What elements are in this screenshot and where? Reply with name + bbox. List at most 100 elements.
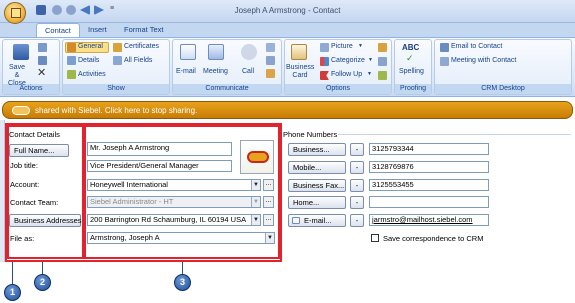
follow-up-button[interactable]: Follow Up <box>331 71 362 78</box>
activities-button[interactable]: Activities <box>78 71 106 78</box>
delete-icon[interactable]: ✕ <box>37 66 46 79</box>
group-communicate-label: Communicate <box>173 84 281 94</box>
web-page-icon[interactable] <box>266 56 275 65</box>
business-fax-button[interactable]: Business Fax... <box>288 179 346 192</box>
mobile-phone-field[interactable]: 3128769876 <box>369 161 489 173</box>
spelling-button[interactable]: Spelling <box>399 68 424 76</box>
certificates-button[interactable]: Certificates <box>124 43 159 50</box>
business-fax-menu-button[interactable]: - <box>350 179 364 192</box>
business-address-value: 200 Barrington Rd Schaumburg, IL 60194 U… <box>90 215 247 224</box>
spelling-check-icon: ✓ <box>406 53 414 63</box>
account-value: Honeywell International <box>90 180 168 189</box>
callout-3-leader <box>182 262 183 274</box>
email-button[interactable]: E-mail <box>176 68 196 76</box>
meeting-with-contact-icon <box>440 57 449 66</box>
activities-icon <box>67 70 76 79</box>
callout-2-leader <box>42 262 43 274</box>
siebel-share-icon <box>12 106 30 115</box>
group-proofing-label: Proofing <box>395 84 431 94</box>
map-icon[interactable] <box>266 69 275 78</box>
full-name-field[interactable]: Mr. Joseph A Armstrong <box>87 142 232 156</box>
options-private-icon[interactable] <box>378 57 387 66</box>
picture-dropdown-icon[interactable]: ▼ <box>358 43 363 49</box>
general-label: General <box>78 43 103 50</box>
certificates-icon <box>113 43 122 52</box>
follow-up-dropdown-icon[interactable]: ▼ <box>367 71 372 77</box>
call-button[interactable]: Call <box>242 68 254 76</box>
file-as-value: Armstrong, Joseph A <box>90 233 160 242</box>
email-to-contact-button[interactable]: Email to Contact <box>451 43 502 50</box>
mobile-phone-menu-button[interactable]: - <box>350 161 364 174</box>
business-card-button[interactable]: Business Card <box>286 64 314 80</box>
contact-team-label: Contact Team: <box>10 198 59 207</box>
save-correspondence-label: Save correspondence to CRM <box>383 234 484 243</box>
business-address-lookup-button[interactable]: ... <box>263 214 274 226</box>
spelling-icon: ABC <box>402 43 420 52</box>
all-fields-button[interactable]: All Fields <box>124 57 152 64</box>
email-address-field[interactable]: jarmstro@mailhost.siebel.com <box>369 214 489 226</box>
options-lock-icon[interactable] <box>378 43 387 52</box>
email-address-button[interactable]: E-mail... <box>288 214 346 227</box>
mobile-phone-button[interactable]: Mobile... <box>288 161 346 174</box>
save-close-button[interactable]: Save & Close <box>6 64 28 88</box>
contact-team-field: Siebel Administrator - HT ▼ <box>87 196 261 208</box>
communicate-more-icon[interactable] <box>266 43 275 52</box>
categorize-dropdown-icon[interactable]: ▼ <box>368 57 373 63</box>
email-icon <box>180 44 196 60</box>
office-button[interactable] <box>4 2 26 24</box>
new-item-icon[interactable] <box>38 43 47 52</box>
callout-1-leader <box>12 262 13 284</box>
group-options-label: Options <box>285 84 391 94</box>
save-correspondence-checkbox[interactable] <box>371 234 379 242</box>
home-phone-button[interactable]: Home... <box>288 196 346 209</box>
contact-team-lookup-button[interactable]: ... <box>263 196 274 208</box>
callout-2: 2 <box>34 274 51 291</box>
contact-team-value: Siebel Administrator - HT <box>90 197 174 206</box>
sharing-infobar[interactable]: shared with Siebel. Click here to stop s… <box>2 101 573 119</box>
contact-details-heading: Contact Details <box>9 130 60 139</box>
callout-3: 3 <box>174 274 191 291</box>
tab-insert[interactable]: Insert <box>80 23 115 37</box>
save-close-icon <box>13 44 29 60</box>
options-extra-icon[interactable] <box>378 71 387 80</box>
job-title-field[interactable]: Vice President/General Manager <box>87 160 232 172</box>
business-phone-button[interactable]: Business... <box>288 143 346 156</box>
file-as-field[interactable]: Armstrong, Joseph A ▼ <box>87 232 275 244</box>
contact-photo[interactable] <box>240 140 274 174</box>
details-button[interactable]: Details <box>78 57 99 64</box>
account-lookup-button[interactable]: ... <box>263 179 274 191</box>
email-menu-button[interactable]: - <box>350 214 364 227</box>
contact-photo-icon <box>247 151 269 163</box>
account-dropdown-icon[interactable]: ▼ <box>251 180 260 190</box>
home-phone-field[interactable] <box>369 196 489 208</box>
categorize-button[interactable]: Categorize <box>331 57 365 64</box>
business-phone-field[interactable]: 3125793344 <box>369 143 489 155</box>
file-as-label: File as: <box>10 234 35 243</box>
callout-1: 1 <box>4 284 21 301</box>
group-crm-desktop-label: CRM Desktop <box>435 84 571 94</box>
all-fields-icon <box>113 56 122 65</box>
meeting-with-contact-button[interactable]: Meeting with Contact <box>451 57 516 64</box>
details-icon <box>67 56 76 65</box>
contact-team-dropdown-icon: ▼ <box>251 197 260 207</box>
business-phone-menu-button[interactable]: - <box>350 143 364 156</box>
picture-button[interactable]: Picture <box>331 43 353 50</box>
business-fax-field[interactable]: 3125553455 <box>369 179 489 191</box>
full-name-button[interactable]: Full Name... <box>9 144 69 157</box>
business-addresses-button[interactable]: Business Addresses <box>9 214 82 227</box>
window-title: Joseph A Armstrong - Contact <box>234 6 341 15</box>
file-as-dropdown-icon[interactable]: ▼ <box>265 233 274 243</box>
office-logo-icon <box>11 8 21 18</box>
business-card-icon <box>291 44 307 60</box>
meeting-button[interactable]: Meeting <box>203 68 228 76</box>
general-icon <box>67 43 76 52</box>
business-address-field[interactable]: 200 Barrington Rd Schaumburg, IL 60194 U… <box>87 214 261 226</box>
business-address-dropdown-icon[interactable]: ▼ <box>251 215 260 225</box>
email-envelope-icon <box>292 217 300 224</box>
forward-icon[interactable] <box>38 56 47 65</box>
tab-format-text[interactable]: Format Text <box>116 23 171 37</box>
account-field[interactable]: Honeywell International ▼ <box>87 179 261 191</box>
home-phone-menu-button[interactable]: - <box>350 196 364 209</box>
account-label: Account: <box>10 180 40 189</box>
tab-contact[interactable]: Contact <box>36 23 80 38</box>
